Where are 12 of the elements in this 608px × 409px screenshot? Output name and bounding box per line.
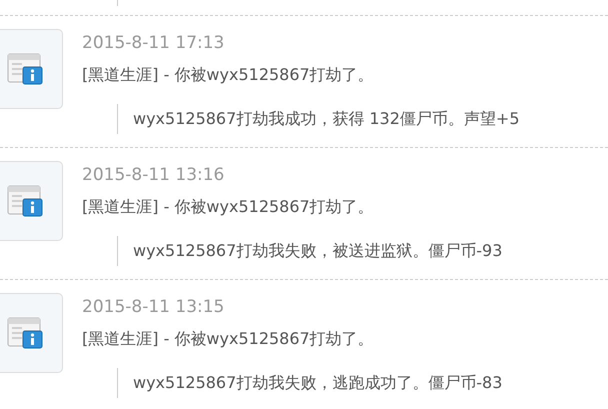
- timestamp: 2015-8-11 17:13: [82, 33, 226, 53]
- window-info-icon: [6, 185, 42, 217]
- detail-text: wyx5125867打劫我成功，获得 132僵尸币。声望+5: [133, 109, 520, 128]
- detail-text: wyx5125867打劫我失败，被送进监狱。僵尸币-93: [133, 241, 502, 260]
- window-info-icon: [6, 53, 42, 85]
- detail-text: wyx5125867打劫我失败，逃跑成功了。僵尸币-83: [133, 373, 502, 392]
- message-text: [黑道生涯] - 你被wyx5125867打劫了。: [82, 65, 375, 85]
- window-info-icon: [6, 317, 42, 349]
- message-text: [黑道生涯] - 你被wyx5125867打劫了。: [82, 197, 375, 217]
- timestamp: 2015-8-11 13:16: [82, 165, 226, 185]
- message-text: [黑道生涯] - 你被wyx5125867打劫了。: [82, 329, 375, 349]
- timestamp: 2015-8-11 13:15: [82, 297, 226, 317]
